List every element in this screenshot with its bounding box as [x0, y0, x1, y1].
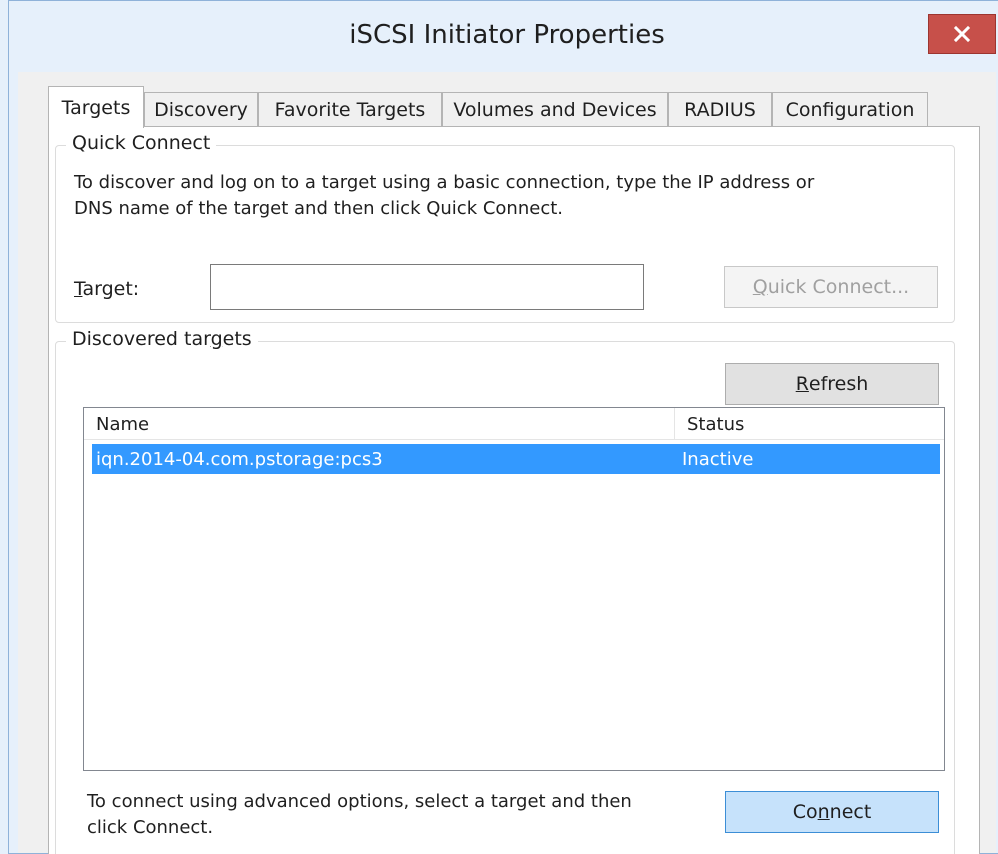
quick-connect-group: Quick Connect To discover and log on to …: [55, 132, 955, 323]
connect-button[interactable]: Co n nect: [725, 791, 939, 833]
quick-connect-group-title: Quick Connect: [66, 132, 217, 154]
column-header-status[interactable]: Status: [674, 408, 944, 440]
target-input[interactable]: [210, 264, 644, 310]
tab-label: RADIUS: [684, 98, 756, 121]
targets-tab-panel: Quick Connect To discover and log on to …: [48, 126, 980, 854]
column-header-name[interactable]: Name: [84, 408, 674, 440]
connect-description: To connect using advanced options, selec…: [87, 789, 707, 841]
quick-connect-button-label: uick Connect...: [767, 276, 910, 298]
target-name-cell: iqn.2014-04.com.pstorage:pcs3: [96, 448, 383, 470]
refresh-button[interactable]: Refresh: [725, 363, 939, 405]
window-title: iSCSI Initiator Properties: [349, 20, 665, 50]
tab-label: Discovery: [154, 98, 248, 121]
target-label: Target:: [74, 278, 139, 300]
quick-connect-description-line2: DNS name of the target and then click Qu…: [74, 198, 563, 219]
tab-label: Targets: [61, 96, 131, 119]
group-title-part: ets: [222, 328, 252, 350]
quick-connect-accelerator: Q: [752, 276, 768, 298]
close-icon: [953, 25, 971, 43]
dialog-client-area: Targets Discovery Favorite Targets Volum…: [18, 72, 996, 854]
discovered-targets-group-title: Discovered targets: [66, 328, 258, 350]
tab-label: Configuration: [785, 98, 915, 121]
list-header: Name Status: [84, 408, 944, 440]
connect-description-line2: click Connect.: [87, 817, 214, 838]
quick-connect-description: To discover and log on to a target using…: [74, 170, 934, 222]
tab-configuration[interactable]: Configuration: [772, 92, 928, 126]
tab-discovery[interactable]: Discovery: [144, 92, 258, 126]
refresh-button-label: efresh: [808, 373, 869, 395]
connect-accelerator: n: [817, 801, 830, 823]
target-status-cell: Inactive: [682, 448, 754, 470]
tab-favorite-targets[interactable]: Favorite Targets: [258, 92, 442, 126]
discovered-targets-list[interactable]: Name Status iqn.2014-04.com.pstorage:pcs…: [83, 407, 945, 771]
connect-label-part: nect: [829, 801, 872, 823]
title-bar[interactable]: iSCSI Initiator Properties: [8, 0, 998, 72]
tab-radius[interactable]: RADIUS: [668, 92, 772, 126]
target-label-text: arget:: [82, 278, 140, 300]
connect-description-line1: To connect using advanced options, selec…: [87, 791, 632, 812]
quick-connect-button[interactable]: Quick Connect...: [724, 266, 938, 308]
tab-targets[interactable]: Targets: [48, 86, 144, 128]
quick-connect-description-line1: To discover and log on to a target using…: [74, 172, 815, 193]
iscsi-initiator-window: iSCSI Initiator Properties Targets Disco…: [0, 0, 998, 854]
connect-label-part: Co: [792, 801, 818, 823]
close-button[interactable]: [928, 14, 996, 54]
table-row[interactable]: iqn.2014-04.com.pstorage:pcs3 Inactive: [92, 444, 940, 474]
group-title-accelerator: g: [210, 328, 223, 350]
tab-volumes-and-devices[interactable]: Volumes and Devices: [442, 92, 668, 126]
tab-label: Volumes and Devices: [453, 98, 657, 121]
refresh-accelerator: R: [795, 373, 809, 395]
tab-label: Favorite Targets: [274, 98, 426, 121]
group-title-part: Discovered tar: [72, 328, 211, 350]
